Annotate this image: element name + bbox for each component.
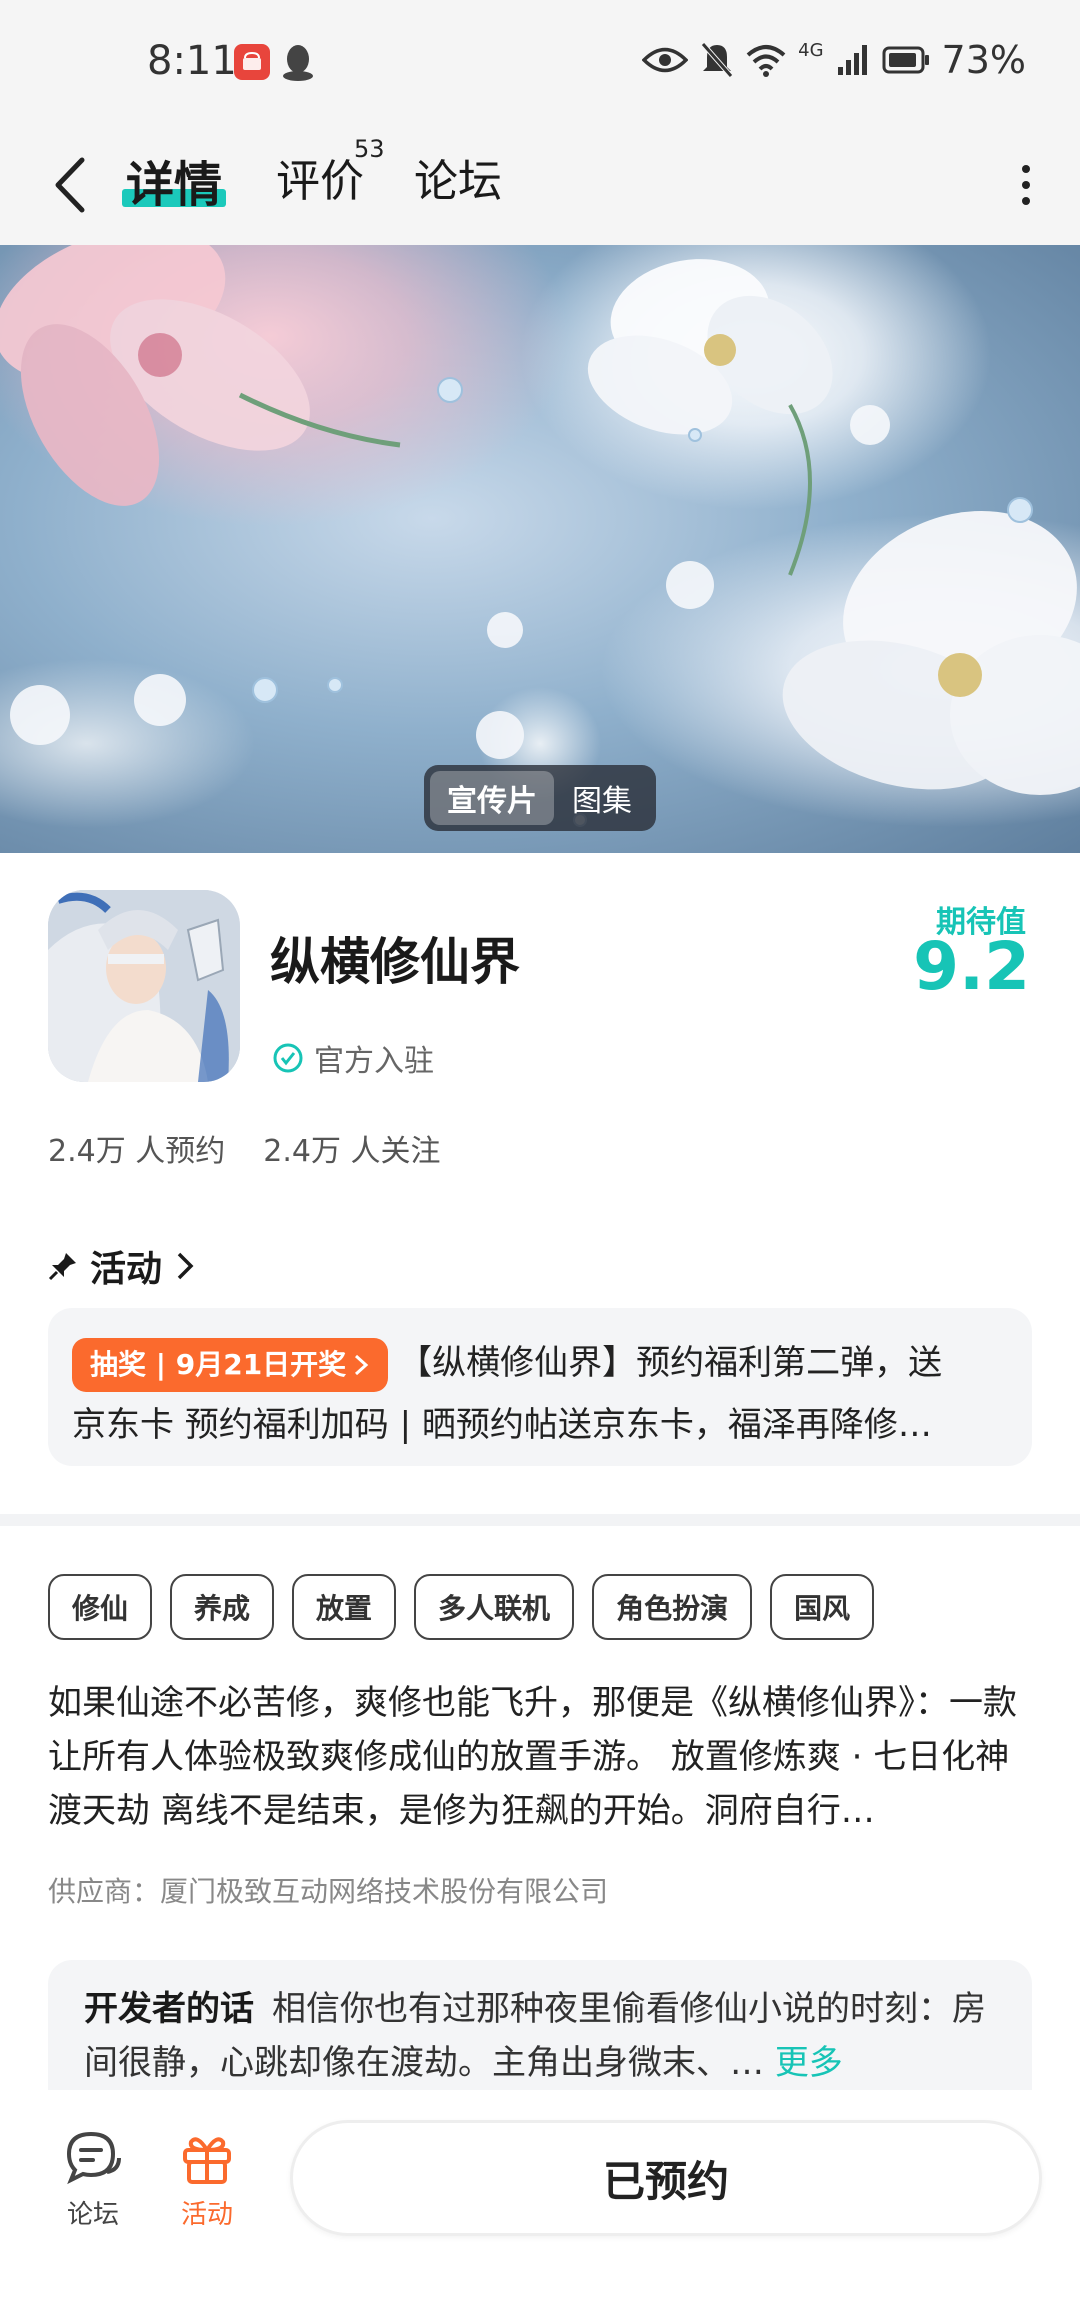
status-bar: 8:11 4G 73% (0, 0, 1080, 125)
bottom-activity-label: 活动 (180, 2200, 233, 2230)
bottom-activity-button[interactable]: 活动 (152, 2130, 262, 2231)
tab-review[interactable]: 评价 (276, 145, 364, 209)
tag-item[interactable]: 修仙 (48, 1574, 153, 1640)
activity-text: 抽奖 | 9月21日开奖 【纵横修仙界】预约福利第二弹，送 京东卡 预约福利加码 … (72, 1332, 1008, 1456)
game-description[interactable]: 如果仙途不必苦修，爽修也能飞升，那便是《纵横修仙界》：一款让所有人体验极致爽修成… (48, 1676, 1038, 1838)
forum-chat-icon (66, 2131, 121, 2185)
tag-item[interactable]: 放置 (292, 1574, 397, 1640)
more-options-icon[interactable] (1016, 155, 1036, 215)
status-indicators: 4G 73% (642, 38, 1026, 82)
signal-icon (837, 45, 867, 75)
follower-count: 2.4万 人关注 (263, 1134, 441, 1169)
activity-title: 活动 (90, 1249, 163, 1290)
tab-forum[interactable]: 论坛 (414, 145, 502, 209)
wifi-icon (746, 45, 786, 77)
developer-note-title: 开发者的话 (84, 1989, 254, 2029)
tag-item[interactable]: 养成 (170, 1574, 275, 1640)
tag-item[interactable]: 多人联机 (414, 1574, 575, 1640)
chevron-right-icon (177, 1252, 194, 1280)
battery-percent: 73% (941, 38, 1026, 82)
bottom-action-bar: 论坛 活动 已预约 (0, 2090, 1080, 2310)
activity-line-1: 【纵横修仙界】预约福利第二弹，送 (398, 1343, 943, 1383)
tab-detail[interactable]: 详情 (126, 145, 222, 215)
eye-icon (642, 47, 689, 73)
official-label: 官方入驻 (314, 1044, 434, 1079)
bottom-forum-label: 论坛 (66, 2200, 119, 2230)
activity-line-2: 京东卡 预约福利加码 | 晒预约帖送京东卡，福泽再降修… (72, 1405, 932, 1445)
game-icon (48, 890, 240, 1082)
top-nav: 详情 评价 53 论坛 (0, 125, 1080, 245)
game-stats: 2.4万 人预约 2.4万 人关注 (48, 1126, 441, 1170)
review-count-badge: 53 (354, 135, 385, 163)
activity-section-header[interactable]: 活动 (48, 1240, 196, 1292)
status-time: 8:11 (147, 38, 237, 84)
tag-item[interactable]: 国风 (770, 1574, 875, 1640)
expect-score: 9.2 (913, 928, 1030, 1005)
game-name: 纵横修仙界 (270, 933, 520, 991)
chevron-right-icon (355, 1354, 369, 1375)
more-link[interactable]: 更多 (775, 2043, 843, 2083)
tag-item[interactable]: 角色扮演 (592, 1574, 753, 1640)
media-toggle: 宣传片 图集 (424, 765, 656, 831)
lottery-badge-label: 抽奖 | 9月21日开奖 (90, 1347, 347, 1381)
reservation-count: 2.4万 人预约 (48, 1134, 226, 1169)
gallery-tab[interactable]: 图集 (554, 771, 650, 825)
qq-penguin-icon (283, 45, 313, 81)
activity-card[interactable]: 抽奖 | 9月21日开奖 【纵横修仙界】预约福利第二弹，送 京东卡 预约福利加码 … (48, 1308, 1032, 1466)
official-badge: 官方入驻 (272, 1036, 434, 1080)
reserved-button[interactable]: 已预约 (290, 2120, 1042, 2236)
video-tab[interactable]: 宣传片 (430, 771, 554, 825)
pin-icon (48, 1253, 76, 1281)
back-arrow-icon[interactable] (48, 150, 96, 220)
mute-bell-icon (701, 42, 734, 78)
promo-banner[interactable]: 宣传片 图集 (0, 245, 1080, 853)
blossom-illustration (0, 245, 1080, 827)
network-type: 4G (798, 39, 824, 61)
battery-icon (882, 46, 929, 74)
supplier-info: 供应商：厦门极致互动网络技术股份有限公司 (48, 1875, 609, 1908)
bottom-forum-button[interactable]: 论坛 (38, 2130, 148, 2231)
lottery-badge[interactable]: 抽奖 | 9月21日开奖 (72, 1337, 389, 1392)
section-divider (0, 1514, 1080, 1526)
gift-icon (183, 2137, 231, 2184)
tag-list: 修仙 养成 放置 多人联机 角色扮演 国风 (48, 1574, 875, 1640)
huawei-app-icon (234, 44, 270, 80)
check-circle-icon (273, 1043, 303, 1073)
